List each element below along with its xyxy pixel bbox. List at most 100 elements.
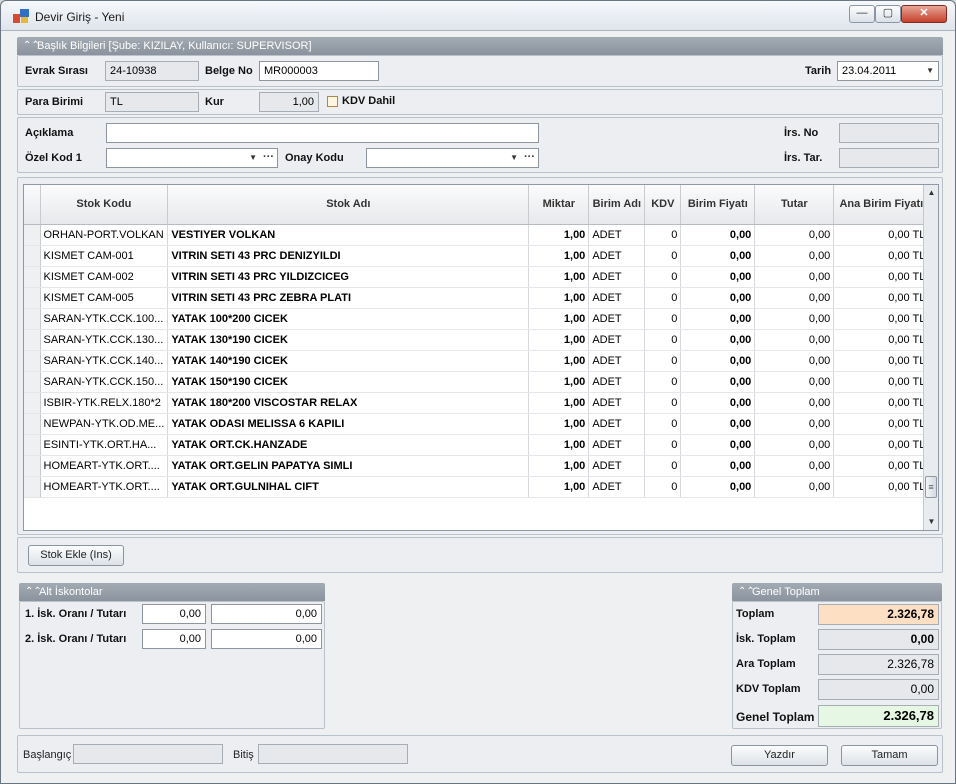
genel-toplam-bar[interactable]: ⌃⌃ Genel Toplam — [732, 583, 942, 601]
scroll-down-icon[interactable]: ▼ — [924, 514, 938, 530]
table-row[interactable]: HOMEART-YTK.ORT.... YATAK ORT.GULNIHAL CI… — [24, 476, 930, 498]
cell-birim-adi[interactable]: ADET — [588, 371, 646, 393]
row-indicator[interactable] — [24, 308, 41, 330]
cell-birim-adi[interactable]: ADET — [588, 224, 646, 246]
stok-ekle-button[interactable]: Stok Ekle (Ins) — [28, 545, 124, 566]
table-row[interactable]: SARAN-YTK.CCK.150... YATAK 150*190 CICEK 1… — [24, 371, 930, 393]
browse-icon[interactable]: ··· — [524, 149, 535, 166]
cell-miktar[interactable]: 1,00 — [528, 413, 590, 435]
grid-vertical-scrollbar[interactable]: ▲ ≡ ▼ — [923, 185, 938, 530]
cell-miktar[interactable]: 1,00 — [528, 350, 590, 372]
irs-no-field[interactable] — [839, 123, 939, 143]
cell-birim-adi[interactable]: ADET — [588, 266, 646, 288]
table-row[interactable]: SARAN-YTK.CCK.140... YATAK 140*190 CICEK 1… — [24, 350, 930, 372]
cell-ana-birim-fiyati[interactable]: 0,00 TL — [833, 329, 930, 351]
row-indicator[interactable] — [24, 476, 41, 498]
cell-kdv[interactable]: 0 — [644, 329, 682, 351]
row-indicator[interactable] — [24, 329, 41, 351]
row-indicator[interactable] — [24, 455, 41, 477]
table-row[interactable]: HOMEART-YTK.ORT.... YATAK ORT.GELIN PAPAT… — [24, 455, 930, 477]
irs-tar-field[interactable] — [839, 148, 939, 168]
belge-no-field[interactable]: MR000003 — [259, 61, 379, 81]
scroll-up-icon[interactable]: ▲ — [924, 185, 938, 201]
cell-birim-adi[interactable]: ADET — [588, 329, 646, 351]
cell-birim-fiyati[interactable]: 0,00 — [680, 413, 756, 435]
cell-ana-birim-fiyati[interactable]: 0,00 TL — [833, 455, 930, 477]
row-indicator[interactable] — [24, 392, 41, 414]
table-row[interactable]: ISBIR-YTK.RELX.180*2 YATAK 180*200 VISCOS… — [24, 392, 930, 414]
onay-kodu-dropdown[interactable]: ▼ ··· — [366, 148, 539, 168]
cell-birim-adi[interactable]: ADET — [588, 455, 646, 477]
cell-stok-kodu[interactable]: KISMET CAM-005 — [40, 287, 169, 309]
cell-stok-adi[interactable]: YATAK 150*190 CICEK — [167, 371, 530, 393]
cell-ana-birim-fiyati[interactable]: 0,00 TL — [833, 350, 930, 372]
cell-kdv[interactable]: 0 — [644, 308, 682, 330]
cell-stok-adi[interactable]: VESTIYER VOLKAN — [167, 224, 530, 246]
cell-kdv[interactable]: 0 — [644, 245, 682, 267]
header-section-bar[interactable]: ⌃⌃ Başlık Bilgileri [Şube: KIZILAY, Kull… — [17, 37, 943, 55]
cell-stok-kodu[interactable]: HOMEART-YTK.ORT.... — [40, 476, 169, 498]
tarih-date-picker[interactable]: 23.04.2011 ▼ — [837, 61, 939, 81]
tamam-button[interactable]: Tamam — [841, 745, 938, 766]
cell-miktar[interactable]: 1,00 — [528, 287, 590, 309]
row-indicator[interactable] — [24, 434, 41, 456]
cell-stok-adi[interactable]: VITRIN SETI 43 PRC ZEBRA PLATI — [167, 287, 530, 309]
cell-kdv[interactable]: 0 — [644, 224, 682, 246]
cell-kdv[interactable]: 0 — [644, 350, 682, 372]
cell-birim-fiyati[interactable]: 0,00 — [680, 308, 756, 330]
cell-stok-kodu[interactable]: SARAN-YTK.CCK.130... — [40, 329, 169, 351]
cell-kdv[interactable]: 0 — [644, 455, 682, 477]
close-button[interactable]: ✕ — [901, 5, 947, 23]
cell-birim-adi[interactable]: ADET — [588, 476, 646, 498]
para-birimi-field[interactable]: TL — [105, 92, 199, 112]
browse-icon[interactable]: ··· — [263, 149, 274, 166]
stock-grid[interactable]: Stok Kodu Stok Adı Miktar Birim Adı KDV … — [23, 184, 939, 531]
cell-birim-fiyati[interactable]: 0,00 — [680, 455, 756, 477]
aciklama-field[interactable] — [106, 123, 539, 143]
cell-birim-fiyati[interactable]: 0,00 — [680, 434, 756, 456]
isk1-tutar-field[interactable]: 0,00 — [211, 604, 322, 624]
maximize-button[interactable]: ▢ — [875, 5, 901, 23]
cell-ana-birim-fiyati[interactable]: 0,00 TL — [833, 266, 930, 288]
table-row[interactable]: KISMET CAM-002 VITRIN SETI 43 PRC YILDIZC… — [24, 266, 930, 288]
cell-birim-fiyati[interactable]: 0,00 — [680, 329, 756, 351]
cell-ana-birim-fiyati[interactable]: 0,00 TL — [833, 224, 930, 246]
chevron-down-icon[interactable]: ▼ — [249, 149, 257, 167]
row-indicator[interactable] — [24, 350, 41, 372]
ozel-kod-dropdown[interactable]: ▼ ··· — [106, 148, 278, 168]
cell-stok-adi[interactable]: YATAK 130*190 CICEK — [167, 329, 530, 351]
cell-miktar[interactable]: 1,00 — [528, 455, 590, 477]
table-row[interactable]: SARAN-YTK.CCK.130... YATAK 130*190 CICEK 1… — [24, 329, 930, 351]
chevron-down-icon[interactable]: ▼ — [510, 149, 518, 167]
cell-tutar[interactable]: 0,00 — [754, 224, 835, 246]
isk2-oran-field[interactable]: 0,00 — [142, 629, 206, 649]
cell-birim-fiyati[interactable]: 0,00 — [680, 476, 756, 498]
cell-birim-fiyati[interactable]: 0,00 — [680, 392, 756, 414]
cell-ana-birim-fiyati[interactable]: 0,00 TL — [833, 434, 930, 456]
col-header-stok-kodu[interactable]: Stok Kodu — [40, 185, 169, 225]
cell-tutar[interactable]: 0,00 — [754, 434, 835, 456]
row-indicator[interactable] — [24, 287, 41, 309]
yazdir-button[interactable]: Yazdır — [731, 745, 828, 766]
cell-miktar[interactable]: 1,00 — [528, 476, 590, 498]
col-header-kdv[interactable]: KDV — [644, 185, 682, 225]
cell-kdv[interactable]: 0 — [644, 413, 682, 435]
kdv-dahil-checkbox[interactable] — [327, 96, 338, 107]
col-header-birim-adi[interactable]: Birim Adı — [588, 185, 646, 225]
cell-ana-birim-fiyati[interactable]: 0,00 TL — [833, 413, 930, 435]
cell-stok-kodu[interactable]: NEWPAN-YTK.OD.ME... — [40, 413, 169, 435]
cell-ana-birim-fiyati[interactable]: 0,00 TL — [833, 308, 930, 330]
cell-miktar[interactable]: 1,00 — [528, 392, 590, 414]
cell-stok-adi[interactable]: YATAK ORT.GELIN PAPATYA SIMLI — [167, 455, 530, 477]
cell-ana-birim-fiyati[interactable]: 0,00 TL — [833, 287, 930, 309]
cell-ana-birim-fiyati[interactable]: 0,00 TL — [833, 476, 930, 498]
table-row[interactable]: ESINTI-YTK.ORT.HA... YATAK ORT.CK.HANZADE… — [24, 434, 930, 456]
row-indicator[interactable] — [24, 413, 41, 435]
cell-kdv[interactable]: 0 — [644, 476, 682, 498]
cell-stok-adi[interactable]: YATAK ODASI MELISSA 6 KAPILI — [167, 413, 530, 435]
cell-birim-adi[interactable]: ADET — [588, 308, 646, 330]
col-header-tutar[interactable]: Tutar — [754, 185, 835, 225]
cell-tutar[interactable]: 0,00 — [754, 287, 835, 309]
scroll-thumb[interactable]: ≡ — [925, 476, 937, 498]
cell-stok-kodu[interactable]: HOMEART-YTK.ORT.... — [40, 455, 169, 477]
